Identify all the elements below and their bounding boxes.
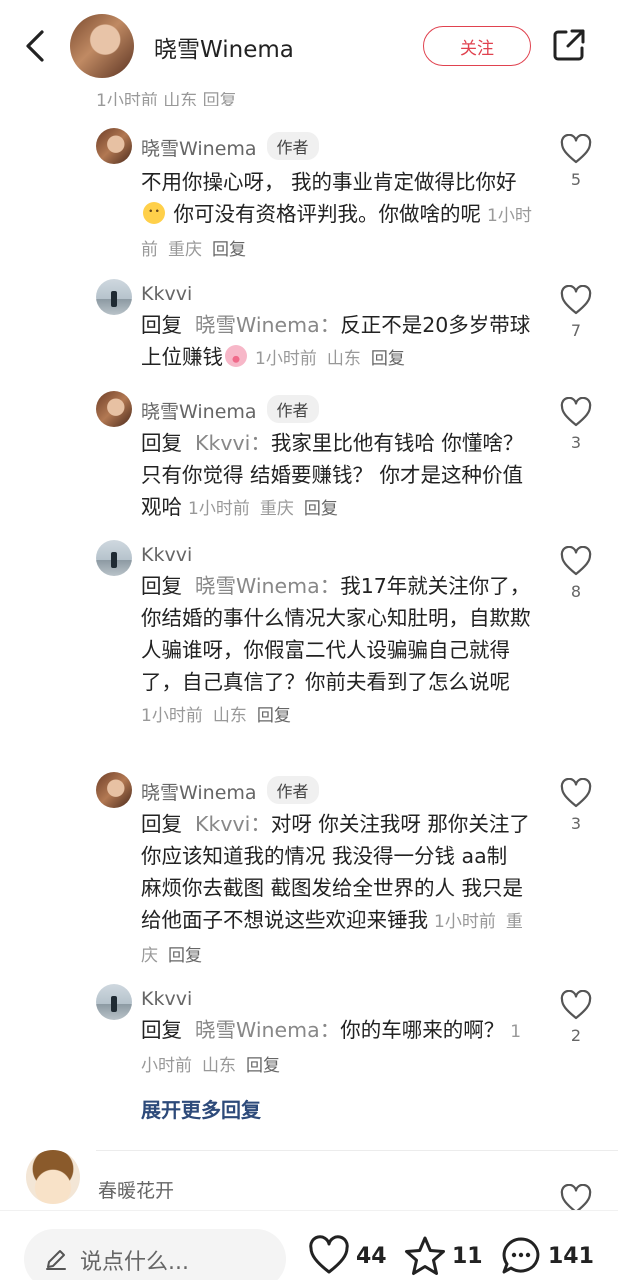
heart-icon — [560, 397, 592, 427]
reply-target[interactable]: Kkvvi： — [195, 812, 271, 836]
comment-meta: 1小时前 山东 回复 — [141, 706, 291, 726]
commenter-name[interactable]: Kkvvi — [141, 988, 192, 1010]
expand-more-replies-button[interactable]: 展开更多回复 — [141, 1094, 261, 1123]
comment-time: 1小时前 — [141, 706, 203, 726]
commenter-name[interactable]: Kkvvi — [141, 544, 192, 566]
favorite-count: 11 — [452, 1243, 483, 1269]
author-badge: 作者 — [266, 132, 319, 160]
author-avatar[interactable] — [70, 14, 134, 78]
like-count: 44 — [356, 1243, 387, 1269]
like-button[interactable]: 3 — [558, 778, 594, 833]
heart-icon — [560, 285, 592, 315]
bottom-action-bar: 说点什么... 44 11 141 — [0, 1210, 618, 1280]
comment-text-part: 你的车哪来的啊？ — [340, 1018, 505, 1042]
reply-button[interactable]: 回复 — [168, 946, 202, 966]
avatar[interactable] — [96, 279, 132, 315]
like-count: 3 — [570, 433, 582, 452]
comment-text[interactable]: 回复 晓雪Winema：你的车哪来的啊？ 1小时前 山东 回复 — [141, 1014, 533, 1082]
comment-bubble-icon — [502, 1237, 540, 1274]
like-count: 7 — [570, 321, 582, 340]
like-button[interactable]: 2 — [558, 990, 594, 1045]
reply-target[interactable]: 晓雪Winema： — [195, 313, 340, 337]
comment-time: 1小时前 — [188, 499, 250, 519]
comment-time: 1小时前 — [434, 912, 496, 932]
comment-text[interactable]: 回复 Kkvvi：我家里比他有钱哈 你懂啥？ 只有你觉得 结婚要赚钱？ 你才是这… — [141, 427, 533, 525]
share-icon — [553, 29, 585, 61]
comments-button[interactable]: 141 — [500, 1235, 594, 1277]
reply-button[interactable]: 回复 — [371, 349, 405, 369]
back-button[interactable] — [18, 26, 54, 66]
comment-location: 山东 — [326, 349, 361, 369]
reply-button[interactable]: 回复 — [304, 499, 338, 519]
like-count: 8 — [570, 582, 582, 601]
reply-prefix: 回复 — [141, 1018, 182, 1042]
pencil-icon — [46, 1250, 66, 1270]
like-button[interactable]: 5 — [558, 134, 594, 189]
comment-location: 山东 — [212, 706, 247, 726]
comment-input-placeholder: 说点什么... — [80, 1250, 189, 1275]
comment-location: 山东 — [202, 1056, 236, 1076]
follow-button[interactable]: 关注 — [423, 26, 531, 66]
comment-text-part: 不用你操心呀， 我的事业肯定做得比你好 — [141, 170, 517, 194]
commenter-name[interactable]: 晓雪Winema — [141, 401, 257, 423]
like-count: 2 — [570, 1026, 582, 1045]
like-count: 5 — [570, 170, 582, 189]
reply-target[interactable]: Kkvvi： — [195, 431, 271, 455]
commenter-name[interactable]: 春暖花开 — [98, 1176, 174, 1203]
reply-button[interactable]: 回复 — [212, 240, 246, 260]
commenter-name[interactable]: Kkvvi — [141, 283, 192, 305]
avatar[interactable] — [96, 540, 132, 576]
reply-button[interactable]: 回复 — [257, 706, 291, 726]
top-header: 晓雪Winema 关注 — [0, 0, 618, 92]
avatar[interactable] — [96, 128, 132, 164]
reply-button[interactable]: 回复 — [246, 1056, 280, 1076]
reply-prefix: 回复 — [141, 574, 182, 598]
chevron-left-icon — [26, 30, 44, 62]
favorite-button[interactable]: 11 — [404, 1235, 483, 1277]
comment-meta: 1小时前 山东 回复 — [255, 349, 405, 369]
comment-meta: 1小时前 重庆 回复 — [188, 499, 338, 519]
thinking-face-icon — [143, 202, 165, 224]
comment-text-part: 你可没有资格评判我。你做啥的呢 — [167, 202, 482, 226]
reply-target[interactable]: 晓雪Winema： — [195, 1018, 340, 1042]
reply-prefix: 回复 — [141, 313, 182, 337]
heart-icon — [560, 546, 592, 576]
like-button[interactable]: 8 — [558, 546, 594, 601]
heart-icon — [560, 990, 592, 1020]
avatar[interactable] — [96, 772, 132, 808]
heart-icon — [309, 1235, 349, 1274]
reply-prefix: 回复 — [141, 812, 182, 836]
pig-face-icon — [225, 345, 247, 367]
comment-text[interactable]: 回复 Kkvvi：对呀 你关注我呀 那你关注了你应该知道我的情况 我没得一分钱 … — [141, 808, 533, 972]
commenter-name[interactable]: 晓雪Winema — [141, 782, 257, 804]
avatar[interactable] — [96, 984, 132, 1020]
comment-time: 1小时前 — [255, 349, 317, 369]
comment-text[interactable]: 回复 晓雪Winema：我17年就关注你了，你结婚的事什么情况大家心知肚明，自欺… — [141, 570, 533, 732]
comment-text[interactable]: 回复 晓雪Winema：反正不是20多岁带球上位赚钱 1小时前 山东 回复 — [141, 309, 533, 375]
heart-icon — [560, 778, 592, 808]
like-count: 3 — [570, 814, 582, 833]
author-name[interactable]: 晓雪Winema — [154, 30, 294, 64]
avatar[interactable] — [96, 391, 132, 427]
comment-location: 重庆 — [168, 240, 202, 260]
share-button[interactable] — [552, 28, 586, 62]
comment-input[interactable]: 说点什么... — [24, 1229, 286, 1280]
author-badge: 作者 — [266, 776, 319, 804]
heart-icon — [560, 134, 592, 164]
comment-count: 141 — [548, 1243, 594, 1269]
commenter-name[interactable]: 晓雪Winema — [141, 138, 257, 160]
reply-target[interactable]: 晓雪Winema： — [195, 574, 340, 598]
comment-text[interactable]: 不用你操心呀， 我的事业肯定做得比你好 你可没有资格评判我。你做啥的呢 1小时前重… — [141, 166, 533, 266]
avatar[interactable] — [26, 1150, 80, 1204]
comment-location: 重庆 — [259, 499, 294, 519]
like-button[interactable]: 7 — [558, 285, 594, 340]
author-badge: 作者 — [266, 395, 319, 423]
like-post-button[interactable]: 44 — [308, 1235, 387, 1277]
star-icon — [405, 1236, 445, 1275]
like-button[interactable]: 3 — [558, 397, 594, 452]
reply-prefix: 回复 — [141, 431, 182, 455]
